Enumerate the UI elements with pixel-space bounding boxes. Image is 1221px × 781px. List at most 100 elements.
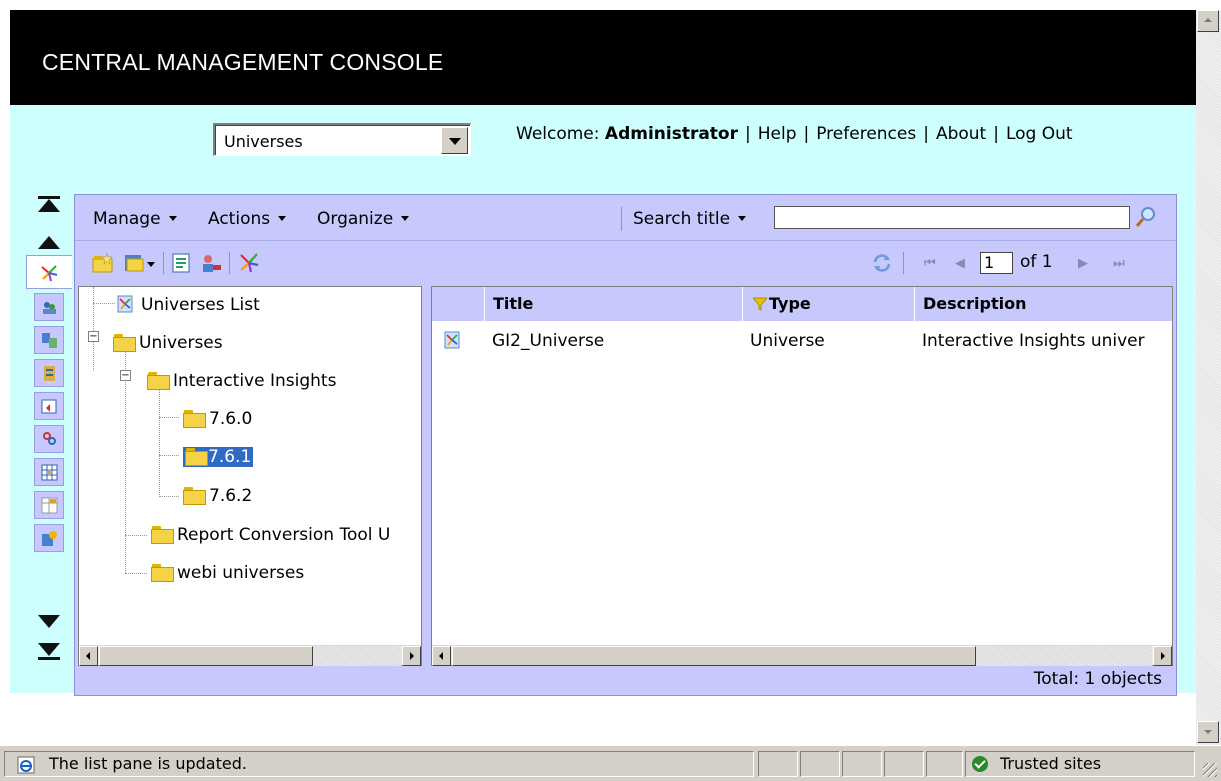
welcome-label: Welcome:	[516, 124, 600, 144]
scroll-track[interactable]	[313, 646, 401, 666]
nav-licenses-button[interactable]	[34, 524, 64, 552]
tree-item-interactive-insights[interactable]: Interactive Insights	[147, 369, 336, 393]
status-message: The list pane is updated.	[49, 754, 247, 773]
scroll-down-icon[interactable]	[1197, 721, 1219, 743]
preferences-link[interactable]: Preferences	[816, 124, 916, 144]
last-page-icon[interactable]: ⏭	[1113, 256, 1125, 271]
about-link[interactable]: About	[936, 124, 986, 144]
status-cell	[926, 751, 963, 777]
nav-tab-active[interactable]	[26, 255, 72, 289]
add-object-icon[interactable]	[123, 252, 145, 274]
tree-line	[159, 496, 179, 497]
page-number-input[interactable]: 1	[980, 252, 1013, 274]
app-header: CENTRAL MANAGEMENT CONSOLE	[10, 10, 1196, 105]
logout-link[interactable]: Log Out	[1006, 124, 1073, 144]
manage-menu-label: Manage	[93, 209, 161, 229]
manage-menu[interactable]: Manage	[93, 209, 177, 229]
refresh-icon[interactable]	[871, 252, 893, 274]
nav-events-button[interactable]	[34, 491, 64, 519]
explore-icon[interactable]	[238, 252, 260, 274]
security-zone-label: Trusted sites	[1000, 754, 1102, 773]
folder-icon	[183, 487, 206, 505]
scroll-up-icon[interactable]	[38, 236, 60, 249]
tree-item-7-6-1[interactable]: 7.6.1	[183, 445, 254, 469]
tree-item-label: webi universes	[177, 563, 305, 583]
properties-icon[interactable]	[171, 252, 193, 274]
add-dropdown-icon[interactable]	[147, 262, 155, 267]
toolbar-divider	[229, 252, 230, 274]
tree-item-7-6-2[interactable]: 7.6.2	[183, 484, 252, 508]
scroll-down-icon[interactable]	[38, 615, 60, 628]
next-page-icon[interactable]: ▶	[1078, 256, 1088, 271]
servers-icon	[44, 366, 55, 381]
nav-users-button[interactable]	[34, 293, 64, 321]
status-cell	[842, 751, 882, 777]
scroll-bottom-icon[interactable]	[38, 643, 60, 656]
nav-connections-button[interactable]	[34, 326, 64, 354]
scroll-right-icon[interactable]	[402, 646, 421, 666]
object-list: Title Type Description GI2_Universe Univ…	[431, 286, 1173, 666]
folder-icon	[183, 410, 206, 428]
tree-item-webi-universes[interactable]: webi universes	[151, 561, 304, 585]
column-title[interactable]: Title	[484, 287, 742, 321]
scroll-up-icon[interactable]	[1197, 10, 1219, 32]
list-horizontal-scrollbar[interactable]	[432, 645, 1172, 666]
cell-title[interactable]: GI2_Universe	[492, 331, 604, 351]
tree-item-universes[interactable]: Universes	[113, 331, 223, 355]
window-vertical-scrollbar[interactable]	[1196, 10, 1221, 745]
ie-page-icon	[17, 756, 35, 774]
user-bar: Welcome: Administrator | Help | Preferences |…	[516, 124, 1073, 144]
organize-menu[interactable]: Organize	[317, 209, 410, 229]
tree-horizontal-scrollbar[interactable]	[79, 645, 421, 666]
scroll-left-icon[interactable]	[432, 646, 451, 666]
nav-grid-button[interactable]	[34, 458, 64, 486]
scroll-right-icon[interactable]	[1153, 646, 1172, 666]
list-header: Title Type Description	[432, 287, 1172, 321]
caret-down-icon	[278, 216, 287, 221]
status-cell	[758, 751, 798, 777]
collapse-icon[interactable]: −	[88, 331, 99, 342]
total-count: Total: 1 objects	[1033, 669, 1162, 689]
collapse-icon[interactable]: −	[120, 370, 131, 381]
tree-item-label: Universes	[139, 333, 223, 353]
tree-line	[93, 287, 94, 371]
actions-menu[interactable]: Actions	[208, 209, 287, 229]
nav-security-button[interactable]	[34, 425, 64, 453]
column-description[interactable]: Description	[914, 287, 1174, 321]
menu-bar: Manage Actions Organize Search title	[75, 195, 1176, 241]
tree-item-report-conversion-tool[interactable]: Report Conversion Tool U	[151, 523, 390, 547]
dropdown-arrow-icon[interactable]	[441, 127, 468, 154]
scroll-track[interactable]	[976, 646, 1152, 666]
column-type[interactable]: Type	[742, 287, 914, 321]
scroll-left-icon[interactable]	[79, 646, 98, 666]
filter-icon[interactable]	[753, 297, 767, 311]
scroll-thumb[interactable]	[452, 646, 976, 666]
first-page-icon[interactable]: ⏮	[924, 256, 936, 271]
calendar-icon	[41, 399, 57, 414]
connections-icon	[42, 333, 57, 348]
tree-item-label: 7.6.1	[208, 447, 252, 467]
new-folder-icon[interactable]	[92, 252, 114, 274]
folder-icon	[151, 564, 174, 582]
help-link[interactable]: Help	[758, 124, 797, 144]
user-security-icon[interactable]	[200, 252, 222, 274]
scroll-top-icon[interactable]	[38, 199, 60, 212]
cell-description: Interactive Insights univer	[922, 331, 1145, 351]
tree-item-universes-list[interactable]: Universes List	[117, 293, 260, 317]
username: Administrator	[604, 124, 738, 144]
scroll-thumb[interactable]	[99, 646, 313, 666]
status-cell	[800, 751, 840, 777]
previous-page-icon[interactable]: ◀	[955, 256, 965, 271]
folder-icon	[147, 372, 170, 390]
tree-item-7-6-0[interactable]: 7.6.0	[183, 407, 252, 431]
nav-servers-button[interactable]	[34, 359, 64, 387]
search-field-selector[interactable]: Search title	[633, 209, 747, 229]
resize-grip-icon[interactable]	[1203, 763, 1217, 777]
search-icon[interactable]	[1134, 205, 1158, 229]
search-input[interactable]	[774, 206, 1130, 229]
app-title: CENTRAL MANAGEMENT CONSOLE	[42, 49, 444, 75]
area-selector[interactable]: Universes	[213, 123, 471, 156]
toolbar-divider	[903, 252, 904, 274]
scroll-bottom-bar-icon[interactable]	[38, 657, 60, 660]
nav-calendar-button[interactable]	[34, 392, 64, 420]
